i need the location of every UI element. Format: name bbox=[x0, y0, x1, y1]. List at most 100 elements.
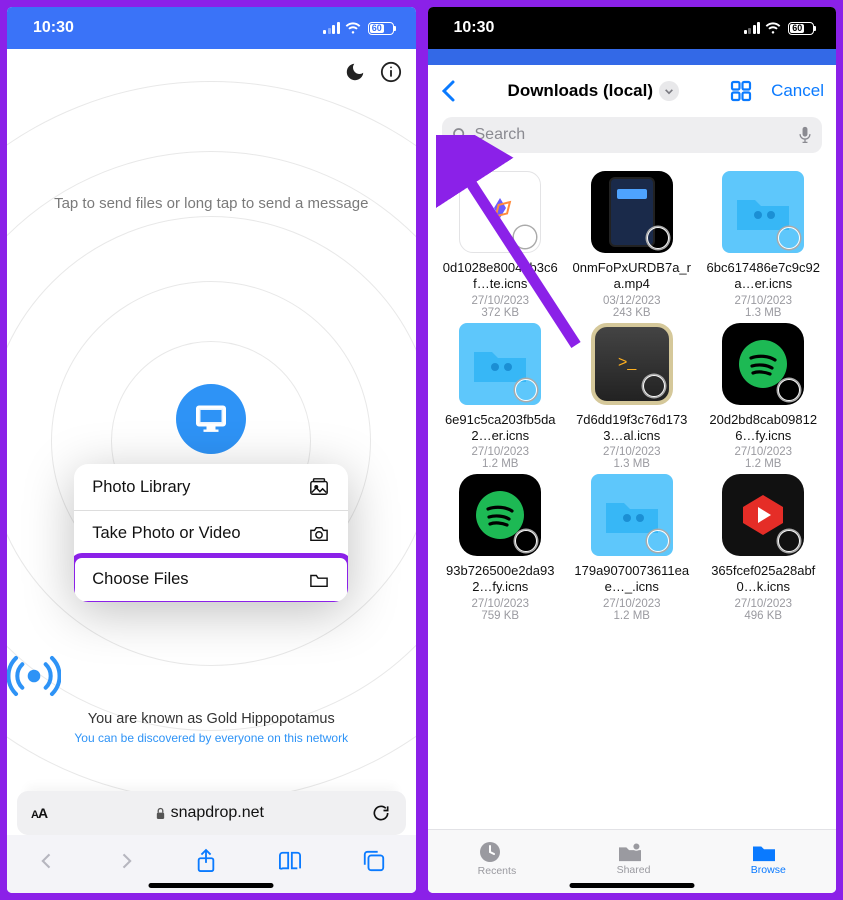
file-thumb: >_ bbox=[591, 323, 673, 405]
photos-icon bbox=[308, 477, 330, 497]
hint-text: Tap to send files or long tap to send a … bbox=[7, 195, 416, 212]
wifi-icon bbox=[765, 22, 781, 34]
lock-icon bbox=[155, 807, 166, 820]
info-icon[interactable] bbox=[380, 61, 402, 83]
clock-icon bbox=[478, 840, 517, 864]
file-date: 27/10/2023 bbox=[701, 295, 827, 307]
file-size: 1.3 MB bbox=[701, 307, 827, 319]
search-icon bbox=[452, 127, 468, 143]
folder-dropdown-icon[interactable] bbox=[659, 81, 679, 101]
select-circle-icon[interactable] bbox=[778, 379, 800, 401]
folder-title[interactable]: Downloads (local) bbox=[508, 81, 653, 101]
file-item[interactable]: 6e91c5ca203fb5da2…er.icns27/10/20231.2 M… bbox=[438, 323, 564, 471]
cellular-icon bbox=[744, 22, 761, 34]
file-name: 365fcef025a28abf0…k.icns bbox=[703, 563, 823, 596]
file-thumb bbox=[459, 474, 541, 556]
device-name-text: You are known as Gold Hippopotamus bbox=[7, 711, 416, 727]
reload-icon[interactable] bbox=[371, 803, 391, 823]
file-name: 0nmFoPxURDB7a_ra.mp4 bbox=[572, 260, 692, 293]
file-item[interactable]: 179a9070073611eae…_.icns27/10/20231.2 MB bbox=[569, 474, 695, 622]
file-date: 27/10/2023 bbox=[569, 598, 695, 610]
select-circle-icon[interactable] bbox=[514, 226, 536, 248]
select-circle-icon[interactable] bbox=[515, 530, 537, 552]
device-avatar[interactable] bbox=[176, 384, 246, 454]
mic-icon[interactable] bbox=[798, 126, 812, 144]
broadcast-icon bbox=[7, 649, 416, 703]
menu-label: Take Photo or Video bbox=[92, 524, 240, 543]
file-size: 243 KB bbox=[569, 307, 695, 319]
home-indicator bbox=[149, 883, 274, 888]
bookmarks-icon[interactable] bbox=[277, 850, 303, 872]
file-size: 1.3 MB bbox=[569, 458, 695, 470]
file-name: 0d1028e8004db3c6f…te.icns bbox=[440, 260, 560, 293]
camera-icon bbox=[308, 525, 330, 543]
file-item[interactable]: 0nmFoPxURDB7a_ra.mp403/12/2023243 KB bbox=[569, 171, 695, 319]
file-thumb bbox=[722, 474, 804, 556]
file-date: 27/10/2023 bbox=[569, 446, 695, 458]
select-circle-icon[interactable] bbox=[647, 227, 669, 249]
select-circle-icon[interactable] bbox=[778, 530, 800, 552]
file-thumb bbox=[722, 323, 804, 405]
file-size: 759 KB bbox=[438, 610, 564, 622]
file-size: 1.2 MB bbox=[438, 458, 564, 470]
file-date: 27/10/2023 bbox=[438, 446, 564, 458]
file-size: 1.2 MB bbox=[701, 458, 827, 470]
file-date: 27/10/2023 bbox=[701, 446, 827, 458]
tab-browse[interactable]: Browse bbox=[751, 841, 786, 876]
back-chevron-icon[interactable] bbox=[440, 79, 458, 103]
wifi-icon bbox=[345, 22, 361, 34]
files-nav: Downloads (local) Cancel bbox=[428, 65, 837, 117]
file-thumb bbox=[591, 474, 673, 556]
status-time: 10:30 bbox=[454, 19, 495, 37]
cancel-button[interactable]: Cancel bbox=[771, 81, 824, 101]
file-item[interactable]: >_ 7d6dd19f3c76d1733…al.icns27/10/20231.3… bbox=[569, 323, 695, 471]
status-bar: 10:30 60 bbox=[428, 7, 837, 49]
file-size: 496 KB bbox=[701, 610, 827, 622]
view-grid-icon[interactable] bbox=[729, 79, 753, 103]
cellular-icon bbox=[323, 22, 340, 34]
tab-recents[interactable]: Recents bbox=[478, 840, 517, 877]
reader-aa-icon[interactable]: AA bbox=[31, 805, 47, 821]
address-bar[interactable]: AA snapdrop.net bbox=[17, 791, 406, 835]
search-field[interactable]: Search bbox=[442, 117, 823, 153]
file-thumb bbox=[722, 171, 804, 253]
status-bar: 10:30 60 bbox=[7, 7, 416, 49]
folder-icon bbox=[308, 571, 330, 589]
file-thumb bbox=[459, 171, 541, 253]
select-circle-icon[interactable] bbox=[643, 375, 665, 397]
file-item[interactable]: 365fcef025a28abf0…k.icns 27/10/2023496 KB bbox=[701, 474, 827, 622]
select-circle-icon[interactable] bbox=[515, 379, 537, 401]
menu-take-photo[interactable]: Take Photo or Video bbox=[74, 511, 348, 557]
search-placeholder: Search bbox=[475, 126, 526, 144]
dark-mode-icon[interactable] bbox=[344, 61, 366, 83]
file-size: 372 KB bbox=[438, 307, 564, 319]
menu-label: Photo Library bbox=[92, 478, 190, 497]
nav-forward-icon[interactable] bbox=[116, 851, 136, 871]
menu-label: Choose Files bbox=[92, 570, 188, 589]
nav-back-icon[interactable] bbox=[37, 851, 57, 871]
shared-folder-icon bbox=[617, 841, 651, 863]
app-tint-strip bbox=[428, 49, 837, 65]
file-item[interactable]: 20d2bd8cab098126…fy.icns27/10/20231.2 MB bbox=[701, 323, 827, 471]
menu-photo-library[interactable]: Photo Library bbox=[74, 464, 348, 511]
tabs-icon[interactable] bbox=[362, 849, 386, 873]
menu-choose-files[interactable]: Choose Files bbox=[74, 557, 348, 602]
battery-icon: 60 bbox=[788, 22, 814, 35]
file-item[interactable]: 6bc617486e7c9c92a…er.icns27/10/20231.3 M… bbox=[701, 171, 827, 319]
discoverable-text: You can be discovered by everyone on thi… bbox=[7, 731, 416, 745]
file-name: 93b726500e2da932…fy.icns bbox=[440, 563, 560, 596]
select-circle-icon[interactable] bbox=[647, 530, 669, 552]
select-circle-icon[interactable] bbox=[778, 227, 800, 249]
file-name: 6e91c5ca203fb5da2…er.icns bbox=[440, 412, 560, 445]
file-date: 27/10/2023 bbox=[701, 598, 827, 610]
svg-text:>_: >_ bbox=[618, 354, 637, 371]
action-menu: Photo Library Take Photo or Video Choose… bbox=[74, 464, 348, 602]
home-indicator bbox=[569, 883, 694, 888]
file-item[interactable]: 0d1028e8004db3c6f…te.icns 27/10/2023372 K… bbox=[438, 171, 564, 319]
tab-shared[interactable]: Shared bbox=[617, 841, 651, 876]
file-name: 7d6dd19f3c76d1733…al.icns bbox=[572, 412, 692, 445]
file-item[interactable]: 93b726500e2da932…fy.icns27/10/2023759 KB bbox=[438, 474, 564, 622]
share-icon[interactable] bbox=[195, 848, 217, 874]
file-date: 27/10/2023 bbox=[438, 295, 564, 307]
file-grid: 0d1028e8004db3c6f…te.icns27/10/2023372 K… bbox=[428, 165, 837, 622]
